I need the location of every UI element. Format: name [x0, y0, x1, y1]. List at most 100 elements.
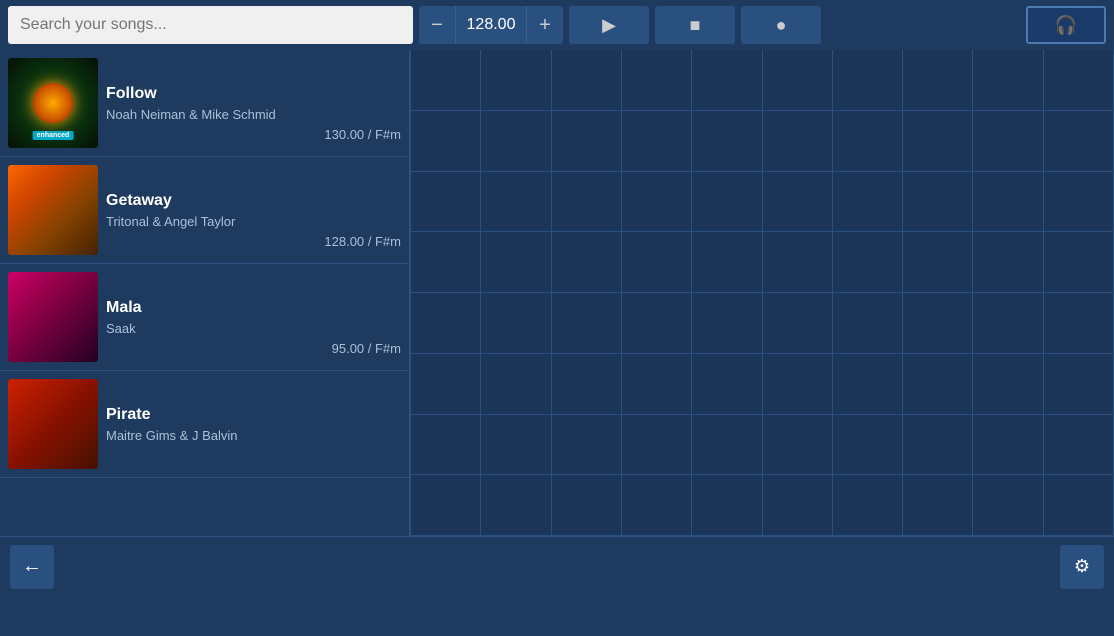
grid-cell[interactable] — [903, 232, 973, 293]
grid-cell[interactable] — [552, 415, 622, 476]
bpm-minus-button[interactable]: − — [419, 6, 455, 44]
grid-cell[interactable] — [1044, 293, 1114, 354]
grid-cell[interactable] — [692, 475, 762, 536]
back-button[interactable]: ← — [10, 545, 54, 589]
grid-cell[interactable] — [411, 111, 481, 172]
grid-cell[interactable] — [622, 111, 692, 172]
grid-cell[interactable] — [692, 354, 762, 415]
grid-cell[interactable] — [763, 50, 833, 111]
grid-cell[interactable] — [903, 354, 973, 415]
grid-cell[interactable] — [552, 172, 622, 233]
grid-cell[interactable] — [692, 172, 762, 233]
headphone-button[interactable]: 🎧 — [1026, 6, 1106, 44]
song-artist: Maitre Gims & J Balvin — [106, 428, 393, 443]
grid-cell[interactable] — [973, 354, 1043, 415]
grid-cell[interactable] — [622, 232, 692, 293]
grid-cell[interactable] — [973, 232, 1043, 293]
grid-cell[interactable] — [973, 475, 1043, 536]
grid-cell[interactable] — [552, 293, 622, 354]
grid-cell[interactable] — [763, 354, 833, 415]
grid-cell[interactable] — [833, 232, 903, 293]
grid-cell[interactable] — [763, 111, 833, 172]
grid-area[interactable] — [410, 50, 1114, 536]
grid-cell[interactable] — [481, 172, 551, 233]
grid-cell[interactable] — [622, 475, 692, 536]
grid-cell[interactable] — [763, 232, 833, 293]
grid-cell[interactable] — [833, 415, 903, 476]
song-list-item[interactable]: Pirate Maitre Gims & J Balvin — [0, 371, 409, 478]
grid-cell[interactable] — [1044, 50, 1114, 111]
grid-cell[interactable] — [622, 354, 692, 415]
grid-cell[interactable] — [622, 50, 692, 111]
play-button[interactable]: ▶ — [569, 6, 649, 44]
grid-cell[interactable] — [903, 475, 973, 536]
grid-cell[interactable] — [692, 50, 762, 111]
grid-cell[interactable] — [1044, 415, 1114, 476]
grid-cell[interactable] — [1044, 232, 1114, 293]
grid-cell[interactable] — [763, 475, 833, 536]
grid-cell[interactable] — [481, 475, 551, 536]
grid-cell[interactable] — [1044, 475, 1114, 536]
grid-cell[interactable] — [973, 50, 1043, 111]
grid-cell[interactable] — [833, 50, 903, 111]
grid-cell[interactable] — [552, 111, 622, 172]
search-input[interactable] — [8, 6, 413, 44]
song-info: Getaway Tritonal & Angel Taylor — [98, 192, 324, 229]
grid-cell[interactable] — [833, 354, 903, 415]
grid-cell[interactable] — [552, 232, 622, 293]
grid-cell[interactable] — [973, 415, 1043, 476]
grid-cell[interactable] — [411, 354, 481, 415]
grid-cell[interactable] — [763, 415, 833, 476]
grid-cell[interactable] — [411, 50, 481, 111]
grid-cell[interactable] — [692, 293, 762, 354]
grid-cell[interactable] — [833, 475, 903, 536]
bpm-plus-button[interactable]: + — [527, 6, 563, 44]
grid-cell[interactable] — [833, 111, 903, 172]
grid-cell[interactable] — [552, 475, 622, 536]
grid-cell[interactable] — [1044, 111, 1114, 172]
settings-button[interactable]: ⚙ — [1060, 545, 1104, 589]
grid-cell[interactable] — [833, 293, 903, 354]
grid-cell[interactable] — [973, 293, 1043, 354]
grid-cell[interactable] — [481, 232, 551, 293]
record-button[interactable]: ● — [741, 6, 821, 44]
grid-cell[interactable] — [973, 172, 1043, 233]
stop-button[interactable]: ■ — [655, 6, 735, 44]
grid-cell[interactable] — [763, 172, 833, 233]
grid-cell[interactable] — [692, 232, 762, 293]
grid-cell[interactable] — [973, 111, 1043, 172]
song-title: Mala — [106, 299, 324, 317]
grid-cell[interactable] — [552, 354, 622, 415]
grid-cell[interactable] — [481, 111, 551, 172]
bpm-value: 128.00 — [455, 6, 527, 44]
song-list-item[interactable]: enhanced Follow Noah Neiman & Mike Schmi… — [0, 50, 409, 157]
grid-cell[interactable] — [903, 111, 973, 172]
grid-cell[interactable] — [622, 172, 692, 233]
grid-cell[interactable] — [552, 50, 622, 111]
grid-cell[interactable] — [481, 415, 551, 476]
grid-cell[interactable] — [481, 354, 551, 415]
grid-cell[interactable] — [622, 293, 692, 354]
grid-cell[interactable] — [481, 293, 551, 354]
grid-cell[interactable] — [833, 172, 903, 233]
grid-cell[interactable] — [692, 111, 762, 172]
grid-cell[interactable] — [692, 415, 762, 476]
song-list-item[interactable]: Mala Saak 95.00 / F#m — [0, 264, 409, 371]
grid-cell[interactable] — [1044, 354, 1114, 415]
grid-cell[interactable] — [411, 293, 481, 354]
grid-cell[interactable] — [1044, 172, 1114, 233]
grid-cell[interactable] — [411, 415, 481, 476]
grid-cell[interactable] — [481, 50, 551, 111]
grid-cell[interactable] — [763, 293, 833, 354]
grid-cell[interactable] — [903, 293, 973, 354]
grid-cell[interactable] — [411, 172, 481, 233]
grid-cell[interactable] — [903, 172, 973, 233]
grid-cell[interactable] — [622, 415, 692, 476]
grid-cell[interactable] — [411, 475, 481, 536]
song-title: Getaway — [106, 192, 316, 210]
grid-cell[interactable] — [903, 415, 973, 476]
grid-cell[interactable] — [411, 232, 481, 293]
song-meta: 95.00 / F#m — [332, 341, 401, 362]
grid-cell[interactable] — [903, 50, 973, 111]
song-list-item[interactable]: Getaway Tritonal & Angel Taylor 128.00 /… — [0, 157, 409, 264]
